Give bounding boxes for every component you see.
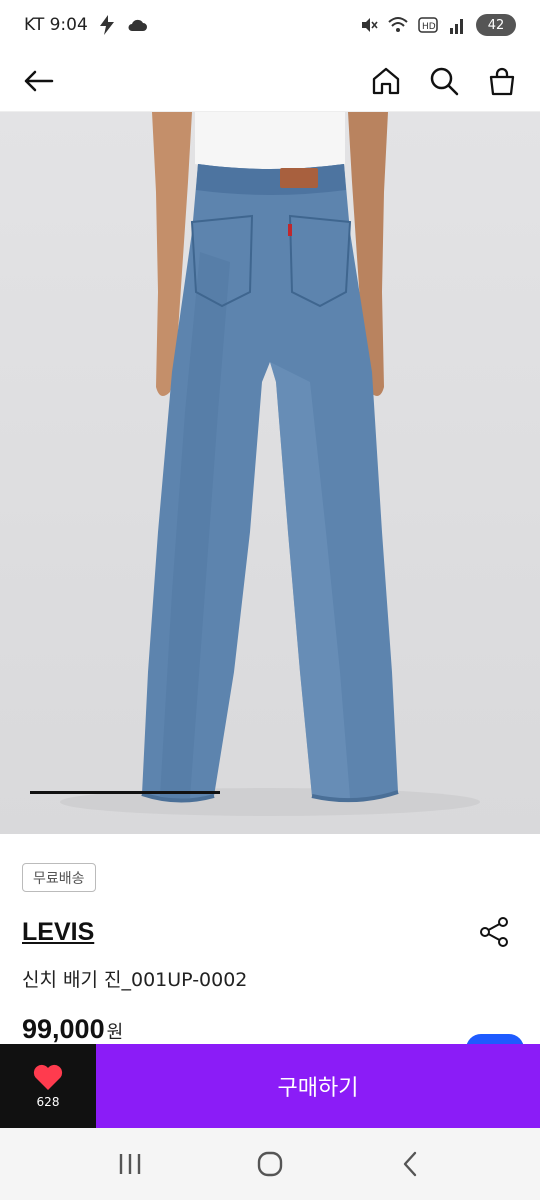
product-image: [60, 112, 480, 816]
heart-icon: [33, 1064, 63, 1090]
buy-button[interactable]: 구매하기: [96, 1044, 540, 1128]
free-shipping-badge: 무료배송: [22, 863, 96, 892]
status-bar: KT 9:04 HD 42: [0, 0, 540, 50]
share-icon: [480, 917, 508, 947]
home-icon: [372, 67, 400, 94]
purchase-action-bar: 628 구매하기: [0, 1044, 540, 1128]
price: 99,000 원: [22, 1014, 123, 1045]
home-nav-button[interactable]: [240, 1139, 300, 1189]
like-count: 628: [36, 1095, 60, 1109]
hd-icon: HD: [418, 17, 438, 33]
back-nav-button[interactable]: [380, 1139, 440, 1189]
home-button[interactable]: [370, 65, 402, 97]
price-value: 99,000: [22, 1014, 105, 1044]
wifi-icon: [388, 17, 408, 32]
free-shipping-label: 무료배송: [33, 870, 85, 887]
recent-apps-icon: [119, 1154, 141, 1174]
search-button[interactable]: [428, 65, 460, 97]
recent-apps-button[interactable]: [100, 1139, 160, 1189]
charging-bolt-icon: [99, 15, 114, 35]
battery-indicator: 42: [476, 14, 516, 36]
like-button[interactable]: 628: [0, 1044, 96, 1128]
svg-text:HD: HD: [422, 22, 436, 32]
mute-icon: [362, 18, 378, 32]
search-icon: [430, 67, 459, 95]
shopping-bag-icon: [489, 67, 515, 95]
back-arrow-icon: [24, 70, 54, 91]
system-nav-bar: [0, 1128, 540, 1200]
back-button[interactable]: [22, 65, 54, 97]
cloud-icon: [128, 19, 147, 31]
back-chevron-icon: [403, 1151, 417, 1177]
share-button[interactable]: [478, 916, 510, 948]
carrier-time: KT 9:04: [24, 15, 88, 35]
brand-link[interactable]: LEVIS: [22, 918, 94, 947]
cart-button[interactable]: [486, 65, 518, 97]
battery-level: 42: [487, 17, 505, 33]
product-name: 신치 배기 진_001UP-0002: [22, 969, 248, 991]
carousel-indicator: [30, 791, 220, 794]
app-bar: [0, 50, 540, 112]
home-circle-icon: [257, 1151, 283, 1177]
signal-icon: [450, 19, 463, 34]
price-currency: 원: [106, 1022, 124, 1043]
product-image-carousel[interactable]: [0, 112, 540, 834]
buy-button-label: 구매하기: [277, 1076, 359, 1101]
